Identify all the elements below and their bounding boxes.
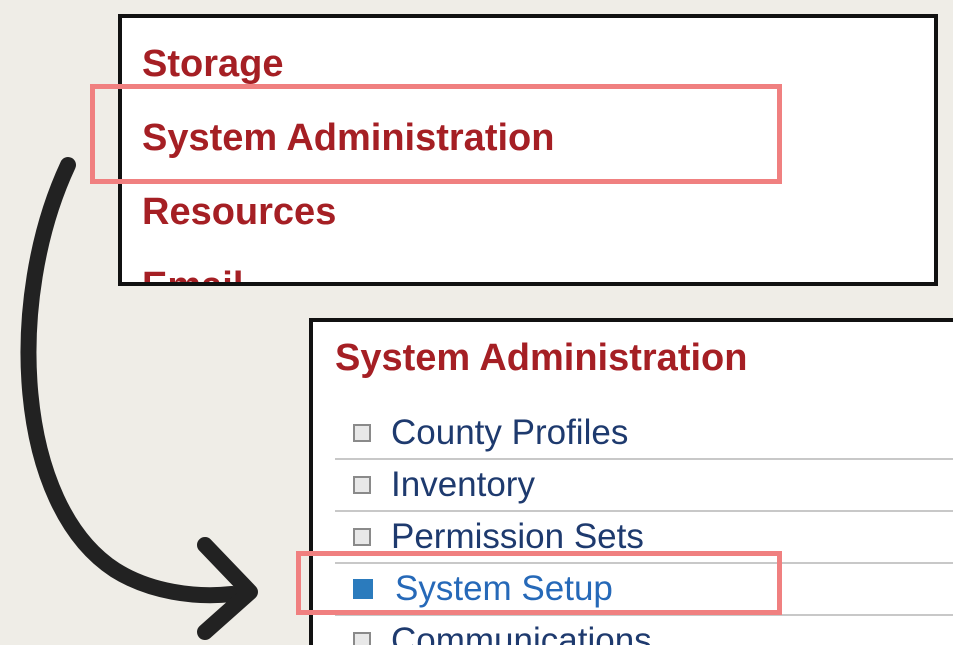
square-bullet-icon xyxy=(353,528,371,546)
menu-item-storage[interactable]: Storage xyxy=(142,42,283,86)
menu-item-email[interactable]: Email xyxy=(142,264,243,282)
main-menu-panel: Storage System Administration Resources … xyxy=(118,14,938,286)
sub-menu-item-county-profiles[interactable]: County Profiles xyxy=(335,408,953,460)
sub-menu-item-label[interactable]: County Profiles xyxy=(391,412,628,454)
sub-menu-item-system-setup[interactable]: System Setup xyxy=(335,564,953,616)
sub-menu-item-communications[interactable]: Communications xyxy=(335,616,953,645)
menu-item-resources[interactable]: Resources xyxy=(142,190,336,234)
sub-menu-item-permission-sets[interactable]: Permission Sets xyxy=(335,512,953,564)
sub-menu-item-label[interactable]: Communications xyxy=(391,620,652,645)
active-square-bullet-icon xyxy=(353,579,373,599)
sub-menu-item-inventory[interactable]: Inventory xyxy=(335,460,953,512)
square-bullet-icon xyxy=(353,632,371,645)
sub-menu-title: System Administration xyxy=(335,337,748,379)
sub-menu-item-label[interactable]: Permission Sets xyxy=(391,516,644,558)
menu-item-system-administration[interactable]: System Administration xyxy=(142,116,554,160)
square-bullet-icon xyxy=(353,476,371,494)
sub-menu-list: County Profiles Inventory Permission Set… xyxy=(335,408,953,645)
sub-menu-item-label[interactable]: Inventory xyxy=(391,464,535,506)
square-bullet-icon xyxy=(353,424,371,442)
sub-menu-panel: System Administration County Profiles In… xyxy=(309,318,953,645)
sub-menu-item-label[interactable]: System Setup xyxy=(395,568,613,610)
